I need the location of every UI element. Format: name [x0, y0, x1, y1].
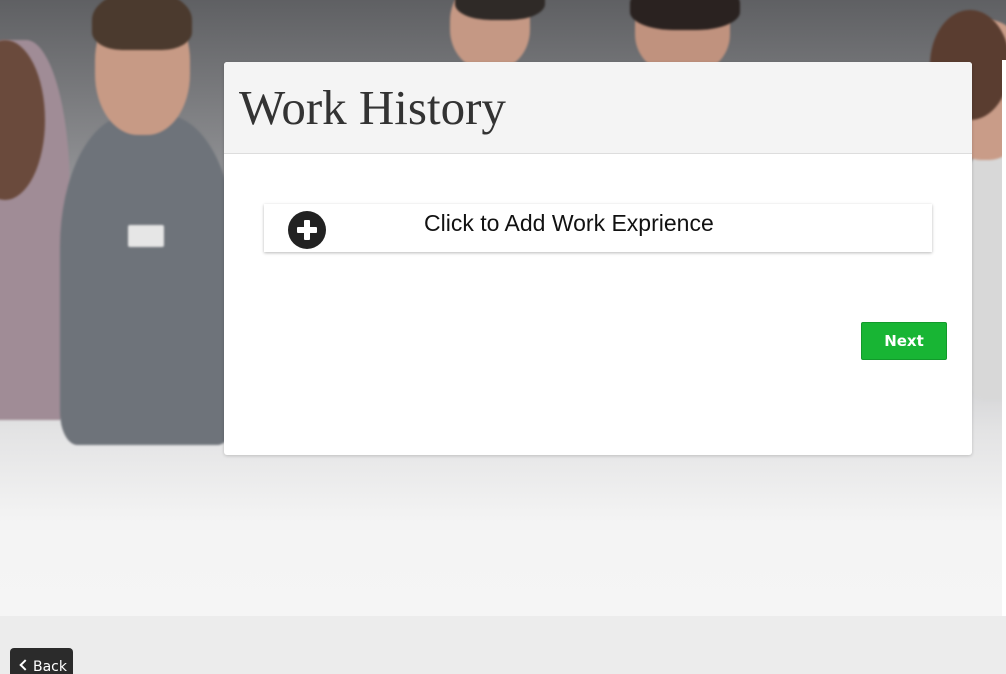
background-person [630, 0, 740, 30]
chevron-left-icon [19, 659, 31, 671]
back-label: Back [33, 659, 67, 674]
card-header: Work History [224, 62, 972, 154]
background-person [92, 0, 192, 50]
background-person [128, 225, 164, 247]
work-history-card: Work History Click to Add Work Exprience… [224, 62, 972, 455]
side-panel-edge [1002, 60, 1006, 616]
footer-bar: Back [0, 616, 1006, 674]
page-title: Work History [239, 80, 506, 135]
plus-circle-icon [288, 211, 326, 249]
back-button[interactable]: Back [10, 648, 73, 674]
background-person [60, 115, 235, 445]
add-work-experience-label: Click to Add Work Exprience [424, 210, 714, 236]
add-work-experience-button[interactable]: Click to Add Work Exprience [264, 204, 932, 252]
page-viewport: Work History Click to Add Work Exprience… [0, 0, 1006, 674]
next-button[interactable]: Next [861, 322, 947, 360]
